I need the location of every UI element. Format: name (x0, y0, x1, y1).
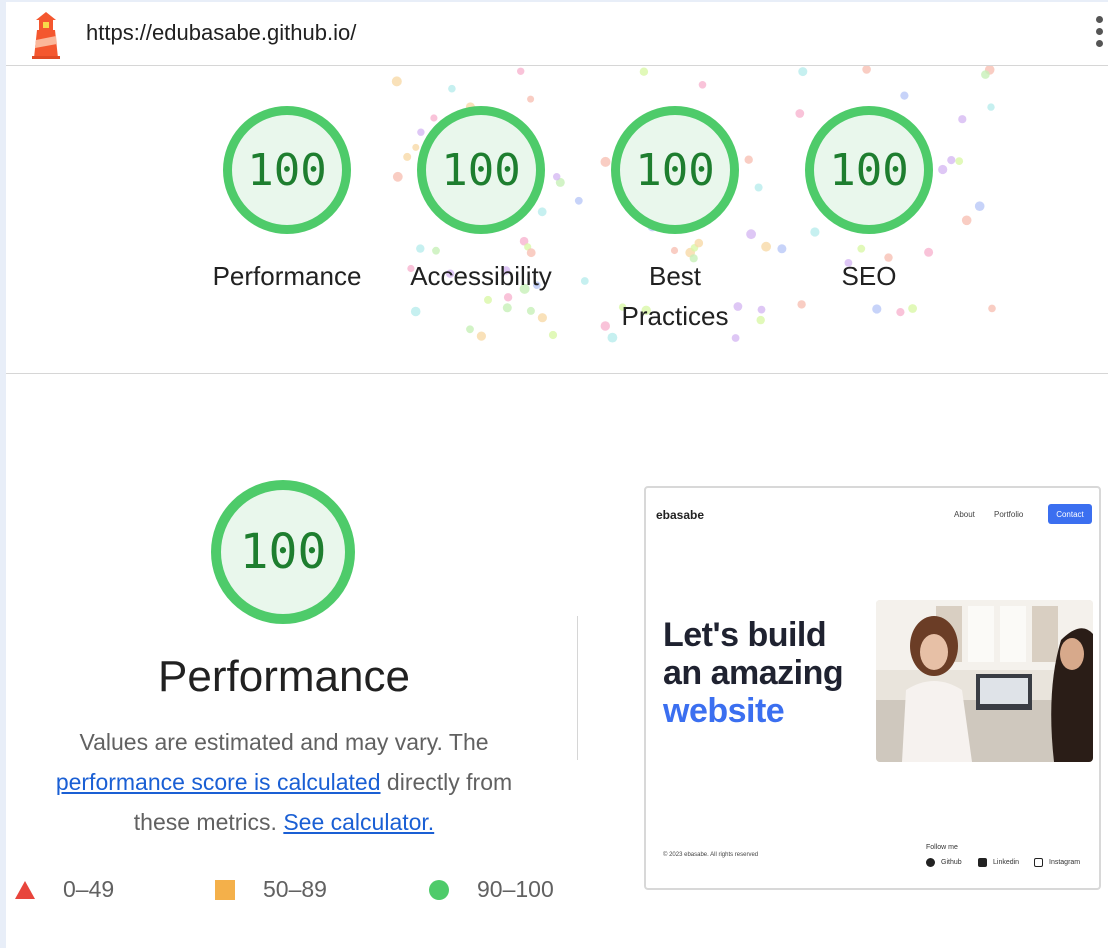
site-follow-title: Follow me (926, 844, 958, 851)
legend-range: 90–100 (477, 876, 554, 902)
site-copyright: © 2023 ebasabe. All rights reserved (663, 852, 759, 858)
description-text: Values are estimated and may vary. The (79, 729, 489, 755)
see-calculator-link[interactable]: See calculator. (283, 809, 434, 835)
hero-line: an amazing (663, 654, 844, 692)
site-hero-heading: Let's build an amazing website (663, 616, 844, 730)
site-social-instagram: Instagram (1034, 858, 1080, 867)
site-brand: ebasabe (656, 508, 705, 522)
site-nav-portfolio: Portfolio (994, 510, 1024, 519)
gauge-performance[interactable]: 100 Performance (187, 106, 387, 296)
gauge-score: 100 (441, 144, 521, 196)
gauge-seo[interactable]: 100 SEO (769, 106, 969, 296)
gauge-score: 100 (829, 144, 909, 196)
score-gauge: 100 (805, 106, 933, 234)
score-calculated-link[interactable]: performance score is calculated (56, 769, 381, 795)
hero-line-accent: website (663, 692, 785, 730)
lighthouse-icon (32, 12, 60, 59)
gauge-accessibility[interactable]: 100 Accessibility (381, 106, 581, 296)
score-gauge: 100 (417, 106, 545, 234)
legend-pass: 90–100 (429, 876, 554, 903)
page-url: https://edubasabe.github.io/ (86, 20, 357, 45)
site-nav-about: About (954, 510, 975, 519)
legend-average: 50–89 (215, 876, 327, 903)
final-screenshot-thumbnail[interactable]: ebasabe About Portfolio Contact Let's bu… (644, 486, 1101, 890)
legend-range: 0–49 (63, 876, 115, 902)
linkedin-icon (978, 858, 987, 867)
performance-score: 100 (239, 524, 327, 580)
gauge-label: SEO (841, 261, 897, 291)
score-gauge: 100 (611, 106, 739, 234)
gauge-score: 100 (247, 144, 327, 196)
gauge-score: 100 (635, 144, 715, 196)
instagram-icon (1034, 858, 1043, 867)
gauge-label: Accessibility (410, 261, 552, 291)
site-social-github: Github (926, 858, 962, 867)
report-topbar: https://edubasabe.github.io/ (6, 2, 1108, 66)
fail-triangle-icon (15, 880, 35, 899)
legend-range: 50–89 (263, 876, 327, 902)
hero-line: Let's build (663, 616, 827, 654)
section-divider (577, 616, 578, 760)
social-label: Instagram (1049, 859, 1081, 866)
performance-title: Performance (158, 652, 410, 701)
site-contact-button: Contact (1048, 504, 1092, 524)
pass-circle-icon (429, 879, 449, 900)
github-icon (926, 858, 935, 867)
score-summary: 100 Performance 100 Accessibility 100 Be… (6, 66, 1108, 374)
score-gauge: 100 (223, 106, 351, 234)
performance-score-gauge: 100 (211, 480, 355, 624)
legend-fail: 0–49 (15, 876, 114, 903)
gauge-label: Best Practices (621, 261, 729, 331)
average-square-icon (215, 879, 235, 900)
gauge-best-practices[interactable]: 100 Best Practices (575, 106, 775, 336)
kebab-menu-icon[interactable] (1092, 16, 1106, 52)
hero-photo-image (876, 600, 1093, 762)
gauge-label: Performance (212, 261, 362, 291)
performance-description: Values are estimated and may vary. The p… (30, 722, 538, 842)
social-label: Github (941, 859, 962, 866)
site-social-linkedin: Linkedin (978, 858, 1019, 867)
social-label: Linkedin (993, 859, 1020, 866)
